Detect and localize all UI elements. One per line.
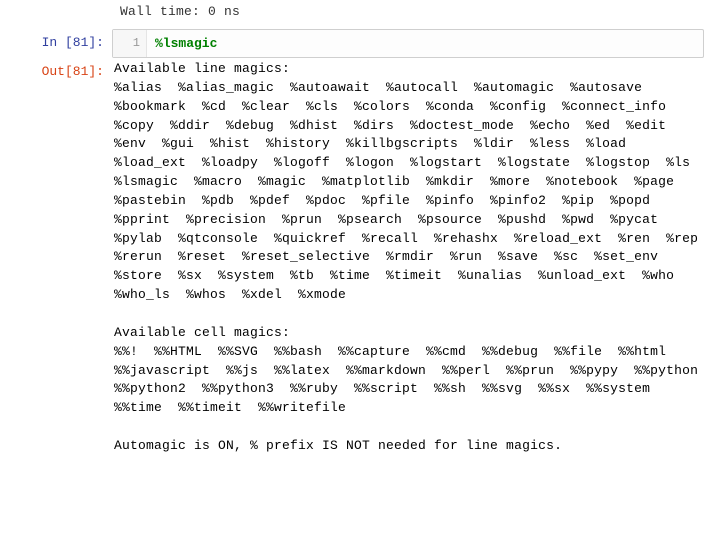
input-row: In [81]: 1 %lsmagic xyxy=(16,29,704,58)
prev-cell-output-fragment: Wall time: 0 ns xyxy=(16,4,704,19)
code-cell: In [81]: 1 %lsmagic Out[81]: Available l… xyxy=(16,29,704,456)
line-number-gutter: 1 xyxy=(113,30,147,57)
code-line[interactable]: %lsmagic xyxy=(147,30,703,57)
code-text: %lsmagic xyxy=(155,36,217,51)
out-prompt: Out[81]: xyxy=(16,58,112,85)
output-row: Out[81]: Available line magics: %alias %… xyxy=(16,58,704,456)
output-text: Available line magics: %alias %alias_mag… xyxy=(112,58,704,456)
notebook-container: Wall time: 0 ns In [81]: 1 %lsmagic Out[… xyxy=(0,0,720,480)
in-prompt: In [81]: xyxy=(16,29,112,56)
code-input-area[interactable]: 1 %lsmagic xyxy=(112,29,704,58)
